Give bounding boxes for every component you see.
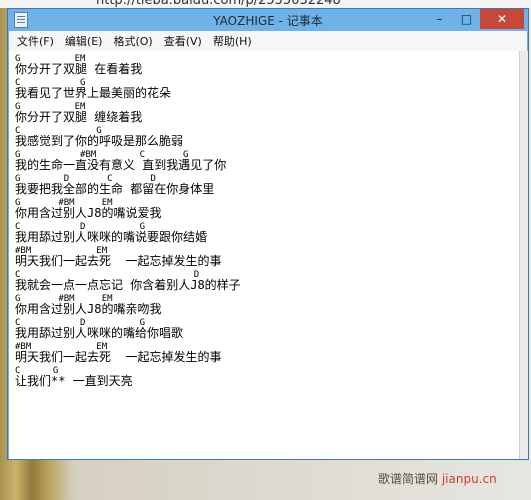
- close-button[interactable]: ✕: [480, 9, 524, 29]
- maximize-button[interactable]: □: [453, 9, 480, 29]
- title-bar[interactable]: YAOZHIGE - 记事本 – □ ✕: [8, 9, 528, 31]
- watermark: 歌谱简谱网 jianpu.cn: [378, 470, 497, 487]
- lyric-line: 我的生命一直没有意义 直到我遇见了你: [15, 158, 227, 172]
- text-editor-area[interactable]: G EM 你分开了双腿 在看着我 C G 我看见了世界上最美丽的花朵 G EM 你分开了双…: [9, 51, 521, 459]
- lyric-line: 让我们** 一直到天亮: [15, 374, 133, 388]
- menu-format[interactable]: 格式(O): [113, 33, 152, 49]
- lyric-line: 我用舔过别人咪咪的嘴说要跟你结婚: [15, 230, 208, 244]
- lyric-line: 我看见了世界上最美丽的花朵: [15, 86, 172, 100]
- lyric-line: 你用含过别人J8的嘴说爱我: [15, 206, 162, 220]
- menu-file[interactable]: 文件(F): [17, 33, 54, 49]
- window-controls: – □ ✕: [426, 9, 524, 29]
- notepad-window: YAOZHIGE - 记事本 – □ ✕ 文件(F) 编辑(E) 格式(O) 查…: [7, 8, 529, 460]
- background-url: http://tieba.baidu.com/p/2555032248: [96, 0, 341, 8]
- lyric-line: 你用含过别人J8的嘴亲吻我: [15, 302, 162, 316]
- background-browser-strip: http://tieba.baidu.com/p/2555032248: [0, 0, 531, 8]
- lyric-line: 我感觉到了你的呼吸是那么脆弱: [15, 134, 184, 148]
- lyric-line: 你分开了双腿 在看着我: [15, 62, 143, 76]
- minimize-button[interactable]: –: [426, 9, 453, 29]
- menu-help[interactable]: 帮助(H): [213, 33, 252, 49]
- menu-bar: 文件(F) 编辑(E) 格式(O) 查看(V) 帮助(H): [9, 31, 527, 51]
- lyric-line: 我要把我全部的生命 都留在你身体里: [15, 182, 215, 196]
- watermark-name: 歌谱简谱网: [378, 472, 439, 486]
- menu-edit[interactable]: 编辑(E): [65, 33, 103, 49]
- menu-view[interactable]: 查看(V): [164, 33, 202, 49]
- vertical-scrollbar[interactable]: [519, 51, 528, 459]
- lyric-line: 我用舔过别人咪咪的嘴给你唱歌: [15, 326, 184, 340]
- lyric-line: 我就会一点一点忘记 你含着别人J8的样子: [15, 278, 241, 292]
- lyric-line: 你分开了双腿 缠绕着我: [15, 110, 143, 124]
- lyric-line: 明天我们一起去死 一起忘掉发生的事: [15, 254, 222, 268]
- watermark-site: jianpu.cn: [441, 472, 497, 486]
- lyric-line: 明天我们一起去死 一起忘掉发生的事: [15, 350, 222, 364]
